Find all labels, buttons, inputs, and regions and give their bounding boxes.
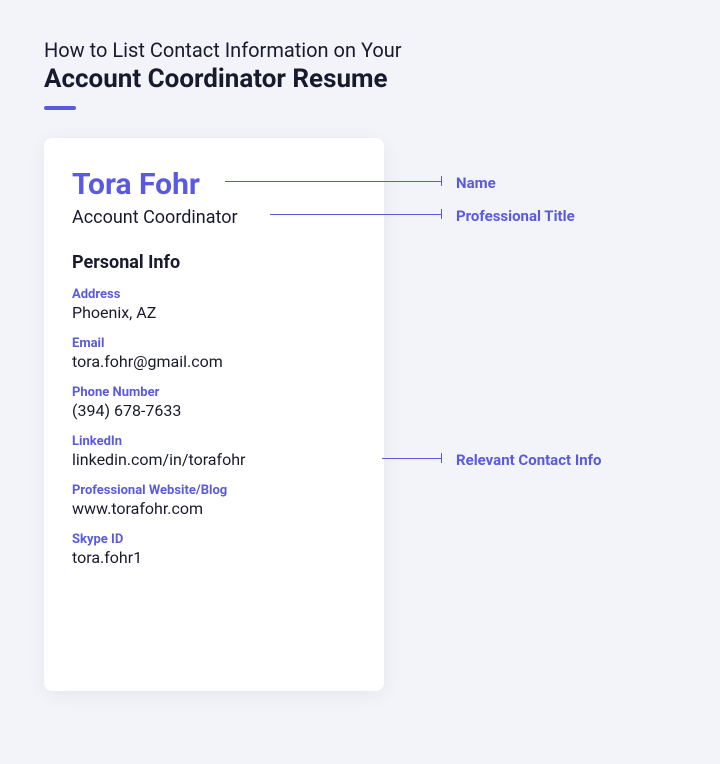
header-underline [44, 106, 76, 110]
info-block-linkedin: LinkedIn linkedin.com/in/torafohr [72, 434, 356, 469]
info-label: Email [72, 336, 356, 351]
section-header: Personal Info [72, 252, 356, 273]
header-subtitle: How to List Contact Information on Your [44, 38, 676, 62]
resume-card: Tora Fohr Account Coordinator Personal I… [44, 138, 384, 691]
connector-line-end [441, 176, 442, 186]
connector-line [382, 458, 442, 459]
info-value: Phoenix, AZ [72, 303, 356, 322]
info-block-email: Email tora.fohr@gmail.com [72, 336, 356, 371]
connector-line [270, 214, 442, 215]
info-label: Skype ID [72, 532, 356, 547]
info-block-phone: Phone Number (394) 678-7633 [72, 385, 356, 420]
info-label: Professional Website/Blog [72, 483, 356, 498]
connector-line-end [441, 209, 442, 219]
page-header: How to List Contact Information on Your … [0, 0, 720, 110]
info-block-address: Address Phoenix, AZ [72, 287, 356, 322]
annotation-title: Professional Title [456, 207, 575, 225]
info-value: www.torafohr.com [72, 499, 356, 518]
connector-line-end [441, 453, 442, 463]
info-block-skype: Skype ID tora.fohr1 [72, 532, 356, 567]
info-value: (394) 678-7633 [72, 401, 356, 420]
info-value: tora.fohr@gmail.com [72, 352, 356, 371]
info-label: LinkedIn [72, 434, 356, 449]
info-label: Address [72, 287, 356, 302]
header-title: Account Coordinator Resume [44, 64, 676, 94]
annotation-contact: Relevant Contact Info [456, 451, 601, 469]
connector-line [225, 181, 442, 182]
info-block-website: Professional Website/Blog www.torafohr.c… [72, 483, 356, 518]
resume-name: Tora Fohr [72, 168, 356, 201]
info-value: tora.fohr1 [72, 548, 356, 567]
resume-title: Account Coordinator [72, 207, 356, 228]
info-value: linkedin.com/in/torafohr [72, 450, 356, 469]
info-label: Phone Number [72, 385, 356, 400]
annotation-name: Name [456, 174, 496, 192]
